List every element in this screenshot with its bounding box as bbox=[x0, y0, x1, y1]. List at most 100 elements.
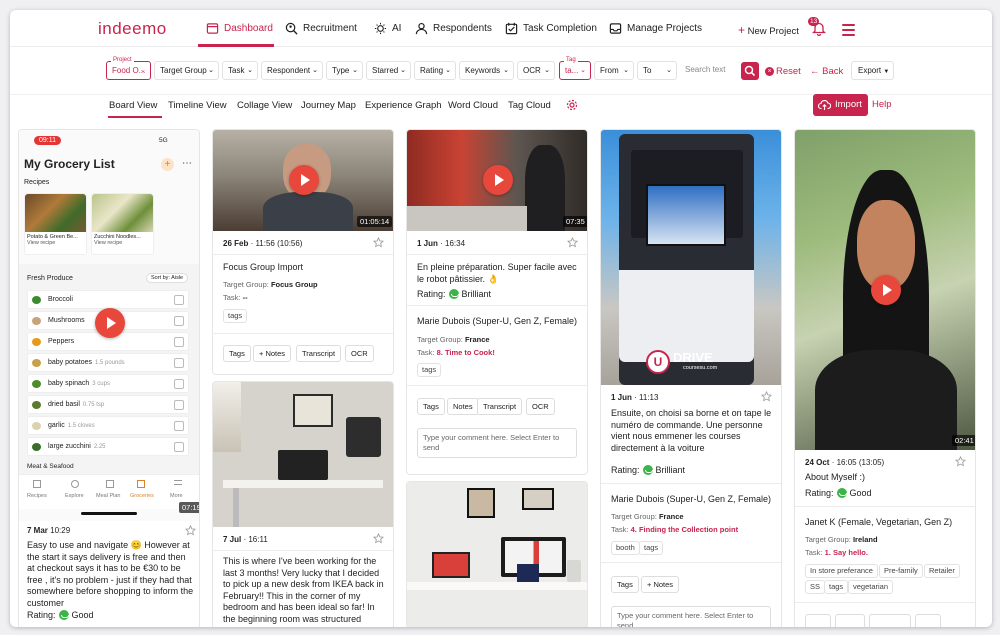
card-media-video[interactable]: 01:05:14 bbox=[213, 130, 393, 231]
tab-tag-cloud[interactable]: Tag Cloud bbox=[508, 100, 551, 111]
starred-filter[interactable]: Starred ⌄ bbox=[366, 61, 411, 80]
tags-button[interactable]: Tags bbox=[223, 345, 251, 362]
transcript-button[interactable] bbox=[869, 614, 911, 627]
star-icon[interactable] bbox=[185, 525, 196, 536]
new-project-button[interactable]: + New Project bbox=[738, 23, 799, 37]
nav-ai[interactable]: AI bbox=[374, 22, 401, 35]
tag-chip[interactable]: tags bbox=[223, 309, 248, 323]
card-media-phone-screenshot[interactable]: 09:11 5G My Grocery List + ⋯ Recipes Pot… bbox=[19, 130, 199, 521]
type-filter[interactable]: Type ⌄ bbox=[326, 61, 363, 80]
tag-chip[interactable]: tags bbox=[417, 363, 442, 377]
lightbulb-icon bbox=[374, 22, 387, 35]
task-filter[interactable]: Task ⌄ bbox=[222, 61, 258, 80]
play-button[interactable] bbox=[483, 165, 513, 195]
board-card[interactable]: 01:05:14 26 Feb · 11:56 (10:56) Focus Gr… bbox=[212, 129, 394, 375]
help-link[interactable]: Help bbox=[872, 99, 892, 110]
tag-chip[interactable]: Pre-family bbox=[879, 564, 923, 578]
to-date-filter[interactable]: To ⌄ bbox=[637, 61, 677, 80]
tag-chip[interactable]: In store preferance bbox=[805, 564, 878, 578]
tag-chip[interactable]: Retailer bbox=[924, 564, 960, 578]
ocr-button[interactable]: OCR bbox=[526, 398, 555, 415]
board-card[interactable]: 02:41 24 Oct · 16:05 (13:05) About Mysel… bbox=[794, 129, 976, 627]
tag-chip[interactable]: booth bbox=[611, 541, 640, 555]
card-time: 16:11 bbox=[248, 535, 268, 544]
ocr-button[interactable]: OCR bbox=[345, 345, 374, 362]
grocery-item-qty: 1.5 pounds bbox=[94, 360, 125, 366]
board-card[interactable] bbox=[406, 481, 588, 627]
notes-button[interactable]: Notes bbox=[447, 398, 479, 415]
play-button[interactable] bbox=[289, 165, 319, 195]
import-button[interactable]: Import bbox=[813, 94, 868, 116]
project-filter[interactable]: Project Food O... ⌄ bbox=[106, 56, 151, 80]
star-icon[interactable] bbox=[373, 237, 384, 248]
search-button[interactable] bbox=[741, 62, 759, 80]
nav-respondents[interactable]: Respondents bbox=[415, 22, 492, 35]
transcript-button[interactable]: Transcript bbox=[296, 345, 342, 362]
tags-button[interactable]: Tags bbox=[611, 576, 639, 593]
respondent-filter[interactable]: Respondent ⌄ bbox=[261, 61, 323, 80]
respondent-name[interactable]: Marie Dubois (Super-U, Gen Z, Female) bbox=[417, 316, 577, 326]
comment-input[interactable]: Type your comment here. Select Enter to … bbox=[611, 606, 771, 627]
tags-button[interactable]: Tags bbox=[417, 398, 445, 415]
nav-dashboard[interactable]: Dashboard bbox=[206, 22, 273, 35]
card-media-video[interactable]: 07:35 bbox=[407, 130, 587, 231]
star-icon[interactable] bbox=[761, 391, 772, 402]
tab-journey-map[interactable]: Journey Map bbox=[301, 100, 356, 111]
back-button[interactable]: ← Back bbox=[810, 66, 843, 77]
card-media-photo[interactable]: U DRIVE coursesu.com bbox=[601, 130, 781, 385]
star-icon[interactable] bbox=[567, 237, 578, 248]
board-card[interactable]: 7 Jul · 16:11 This is where I've been wo… bbox=[212, 381, 394, 627]
from-date-filter[interactable]: From ⌄ bbox=[594, 61, 634, 80]
card-media-video[interactable]: 02:41 bbox=[795, 130, 975, 450]
board-card[interactable]: U DRIVE coursesu.com 1 Jun · 11:13 Ensui… bbox=[600, 129, 782, 627]
grocery-item-text: baby spinach 3 cups bbox=[48, 380, 110, 387]
hamburger-menu-icon[interactable] bbox=[842, 24, 855, 39]
task-link[interactable]: 1. Say hello. bbox=[825, 548, 868, 557]
notes-button[interactable]: + Notes bbox=[253, 345, 292, 362]
search-input[interactable]: Search text bbox=[680, 61, 738, 80]
transcript-button[interactable]: Transcript bbox=[477, 398, 523, 415]
tag-filter[interactable]: Tag ta... ⌄ bbox=[559, 56, 591, 80]
gear-icon[interactable] bbox=[566, 99, 578, 111]
nav-task-completion[interactable]: Task Completion bbox=[505, 22, 597, 35]
tags-button[interactable] bbox=[805, 614, 831, 627]
comment-input[interactable]: Type your comment here. Select Enter to … bbox=[417, 428, 577, 458]
play-button[interactable] bbox=[871, 275, 901, 305]
tag-chip[interactable]: tags bbox=[639, 541, 664, 555]
tag-chip[interactable]: SS bbox=[805, 580, 826, 594]
tab-experience-graph[interactable]: Experience Graph bbox=[365, 100, 442, 111]
task-link[interactable]: 4. Finding the Collection point bbox=[631, 525, 739, 534]
window-image bbox=[213, 382, 241, 452]
card-date: 1 Jun bbox=[611, 393, 632, 402]
ocr-button[interactable] bbox=[915, 614, 941, 627]
play-button[interactable] bbox=[95, 308, 125, 338]
rating-filter[interactable]: Rating ⌄ bbox=[414, 61, 456, 80]
nav-task-completion-label: Task Completion bbox=[523, 23, 597, 34]
tag-chip[interactable]: vegetarian bbox=[848, 580, 894, 594]
nav-recruitment[interactable]: Recruitment bbox=[285, 22, 357, 35]
task-link[interactable]: 8. Time to Cook! bbox=[437, 348, 495, 357]
card-media-photo[interactable] bbox=[213, 382, 393, 527]
task-filter-label: Task bbox=[228, 66, 245, 75]
tab-word-cloud[interactable]: Word Cloud bbox=[448, 100, 498, 111]
indeemo-logo[interactable]: indeemo bbox=[98, 19, 167, 39]
respondent-name[interactable]: Janet K (Female, Vegetarian, Gen Z) bbox=[805, 517, 952, 527]
card-media-photo[interactable] bbox=[407, 482, 587, 627]
nav-manage-projects[interactable]: Manage Projects bbox=[609, 22, 702, 35]
notes-button[interactable] bbox=[835, 614, 865, 627]
tag-chip[interactable]: tags bbox=[824, 580, 849, 594]
keywords-filter[interactable]: Keywords ⌄ bbox=[459, 61, 514, 80]
notes-button[interactable]: + Notes bbox=[641, 576, 680, 593]
ocr-filter[interactable]: OCR ⌄ bbox=[517, 61, 555, 80]
export-dropdown[interactable]: Export ▼ bbox=[851, 61, 894, 80]
reset-button[interactable]: × Reset bbox=[765, 66, 801, 77]
board-card[interactable]: 07:35 1 Jun · 16:34 En pleine préparatio… bbox=[406, 129, 588, 475]
respondent-name[interactable]: Marie Dubois (Super-U, Gen Z, Female) bbox=[611, 494, 771, 504]
board-card[interactable]: 09:11 5G My Grocery List + ⋯ Recipes Pot… bbox=[18, 129, 200, 627]
tab-timeline-view[interactable]: Timeline View bbox=[168, 100, 227, 111]
star-icon[interactable] bbox=[373, 533, 384, 544]
star-icon[interactable] bbox=[955, 456, 966, 467]
tab-board-view[interactable]: Board View bbox=[109, 100, 157, 111]
target-group-filter[interactable]: Target Group ⌄ bbox=[154, 61, 219, 80]
tab-collage-view[interactable]: Collage View bbox=[237, 100, 292, 111]
